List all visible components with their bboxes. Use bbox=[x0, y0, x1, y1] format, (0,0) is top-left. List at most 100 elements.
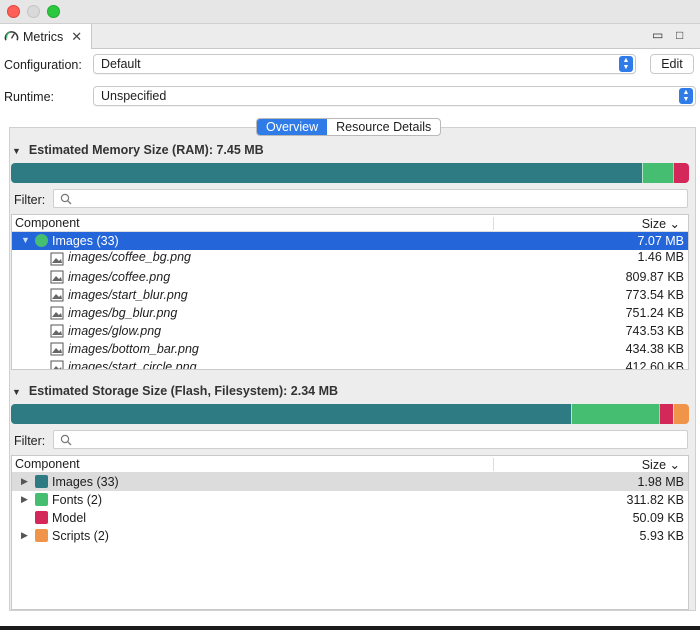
table-header: Component Size ⌄ bbox=[12, 456, 688, 473]
storage-components-table: Component Size ⌄ ▶ Images (33) 1.98 MB ▶… bbox=[11, 455, 689, 610]
runtime-value: Unspecified bbox=[101, 89, 167, 103]
usage-bar-segment bbox=[11, 163, 643, 183]
usage-bar-segment bbox=[571, 404, 660, 424]
row-size: 311.82 KB bbox=[626, 493, 684, 507]
row-name: images/bg_blur.png bbox=[68, 306, 178, 320]
edit-button[interactable]: Edit bbox=[650, 54, 694, 74]
row-name: images/bottom_bar.png bbox=[68, 342, 199, 356]
row-name: Scripts (2) bbox=[52, 529, 109, 543]
storage-filter-input[interactable] bbox=[53, 430, 688, 449]
table-row[interactable]: images/bg_blur.png 751.24 KB bbox=[12, 304, 688, 322]
row-size: 50.09 KB bbox=[632, 511, 684, 525]
view-tab-bar: Metrics ✕ ▭ □ bbox=[0, 24, 700, 49]
image-file-icon bbox=[50, 252, 64, 266]
usage-bar-segment bbox=[673, 404, 689, 424]
column-header-size[interactable]: Size ⌄ bbox=[642, 457, 680, 472]
table-row[interactable]: ▼ Images (33) 7.07 MB bbox=[12, 232, 688, 250]
row-size: 1.98 MB bbox=[637, 475, 684, 489]
table-row[interactable]: Model 50.09 KB bbox=[12, 509, 688, 527]
table-row[interactable]: images/coffee.png 809.87 KB bbox=[12, 268, 688, 286]
row-size: 434.38 KB bbox=[625, 342, 684, 356]
usage-bar-segment bbox=[642, 163, 673, 183]
runtime-label: Runtime: bbox=[4, 90, 55, 104]
window-minimize-button[interactable] bbox=[27, 5, 40, 18]
table-row[interactable]: ▶ Images (33) 1.98 MB bbox=[12, 473, 688, 491]
storage-usage-bar bbox=[11, 404, 689, 424]
close-tab-icon[interactable]: ✕ bbox=[71, 29, 82, 45]
row-size: 5.93 KB bbox=[639, 529, 684, 543]
configuration-label: Configuration: bbox=[4, 58, 82, 72]
row-name: images/start_blur.png bbox=[68, 288, 188, 302]
column-header-size[interactable]: Size ⌄ bbox=[642, 216, 680, 231]
table-row[interactable]: ▶ Fonts (2) 311.82 KB bbox=[12, 491, 688, 509]
memory-usage-bar bbox=[11, 163, 689, 183]
minimize-view-icon[interactable]: ▭ bbox=[652, 28, 663, 42]
image-file-icon bbox=[50, 270, 64, 284]
table-row[interactable]: images/start_circle.png 412.60 KB bbox=[12, 358, 688, 370]
select-stepper-icon: ▲ ▼ bbox=[619, 56, 633, 72]
memory-section-header[interactable]: ▼ Estimated Memory Size (RAM): 7.45 MB bbox=[12, 143, 264, 157]
row-size: 809.87 KB bbox=[625, 270, 684, 284]
color-swatch bbox=[35, 529, 48, 542]
window-close-button[interactable] bbox=[7, 5, 20, 18]
memory-components-table: Component Size ⌄ ▼ Images (33) 7.07 MB i… bbox=[11, 214, 689, 370]
table-row[interactable]: ▶ Scripts (2) 5.93 KB bbox=[12, 527, 688, 545]
row-name: Images (33) bbox=[52, 475, 119, 489]
disclosure-collapsed-icon[interactable]: ▶ bbox=[21, 530, 28, 541]
memory-filter-label: Filter: bbox=[14, 193, 46, 207]
usage-bar-segment bbox=[659, 404, 674, 424]
image-file-icon bbox=[50, 306, 64, 320]
image-file-icon bbox=[50, 288, 64, 302]
configuration-select[interactable]: Default ▲ ▼ bbox=[93, 54, 636, 74]
color-swatch bbox=[35, 475, 48, 488]
storage-section-title: Estimated Storage Size (Flash, Filesyste… bbox=[28, 384, 339, 398]
usage-bar-segment bbox=[672, 163, 689, 183]
window-zoom-button[interactable] bbox=[47, 5, 60, 18]
color-swatch bbox=[35, 493, 48, 506]
color-swatch bbox=[35, 511, 48, 524]
view-segmented-control: Overview Resource Details bbox=[256, 118, 442, 136]
table-row[interactable]: images/glow.png 743.53 KB bbox=[12, 322, 688, 340]
tab-resource-details[interactable]: Resource Details bbox=[327, 119, 440, 135]
select-stepper-icon: ▲ ▼ bbox=[679, 88, 693, 104]
disclosure-collapsed-icon[interactable]: ▶ bbox=[21, 494, 28, 505]
row-name: images/glow.png bbox=[68, 324, 162, 338]
storage-section-header[interactable]: ▼ Estimated Storage Size (Flash, Filesyst… bbox=[12, 384, 338, 398]
table-row[interactable]: images/coffee_bg.png 1.46 MB bbox=[12, 250, 688, 268]
window-titlebar bbox=[0, 0, 700, 24]
sort-chevron-icon: ⌄ bbox=[669, 458, 680, 472]
row-name: Fonts (2) bbox=[52, 493, 103, 507]
runtime-select[interactable]: Unspecified ▲ ▼ bbox=[93, 86, 696, 106]
configuration-value: Default bbox=[101, 57, 141, 71]
sort-chevron-icon: ⌄ bbox=[669, 217, 680, 231]
row-size: 412.60 KB bbox=[625, 360, 684, 370]
disclosure-collapsed-icon[interactable]: ▶ bbox=[21, 476, 28, 487]
metrics-view-tab[interactable]: Metrics ✕ bbox=[0, 24, 92, 49]
tab-overview[interactable]: Overview bbox=[257, 119, 328, 135]
disclosure-expanded-icon[interactable]: ▼ bbox=[12, 387, 21, 397]
column-header-component[interactable]: Component bbox=[15, 457, 80, 471]
row-name: Model bbox=[52, 511, 87, 525]
storage-filter-label: Filter: bbox=[14, 434, 46, 448]
row-size: 1.46 MB bbox=[637, 250, 684, 264]
memory-filter-input[interactable] bbox=[53, 189, 688, 208]
table-row[interactable]: images/start_blur.png 773.54 KB bbox=[12, 286, 688, 304]
maximize-view-icon[interactable]: □ bbox=[676, 28, 683, 42]
row-name: images/start_circle.png bbox=[68, 360, 197, 370]
row-name: images/coffee.png bbox=[68, 270, 171, 284]
search-icon bbox=[60, 434, 72, 446]
color-swatch bbox=[35, 234, 48, 247]
window-bottom-edge bbox=[0, 626, 700, 630]
image-file-icon bbox=[50, 342, 64, 356]
table-row[interactable]: images/bottom_bar.png 434.38 KB bbox=[12, 340, 688, 358]
row-size: 773.54 KB bbox=[625, 288, 684, 302]
usage-bar-segment bbox=[11, 404, 572, 424]
row-size: 751.24 KB bbox=[625, 306, 684, 320]
column-header-component[interactable]: Component bbox=[15, 216, 80, 230]
disclosure-expanded-icon[interactable]: ▼ bbox=[21, 235, 30, 245]
disclosure-expanded-icon[interactable]: ▼ bbox=[12, 146, 21, 156]
gauge-icon bbox=[4, 31, 19, 41]
table-header: Component Size ⌄ bbox=[12, 215, 688, 232]
search-icon bbox=[60, 193, 72, 205]
row-name: Images (33) bbox=[52, 234, 119, 248]
